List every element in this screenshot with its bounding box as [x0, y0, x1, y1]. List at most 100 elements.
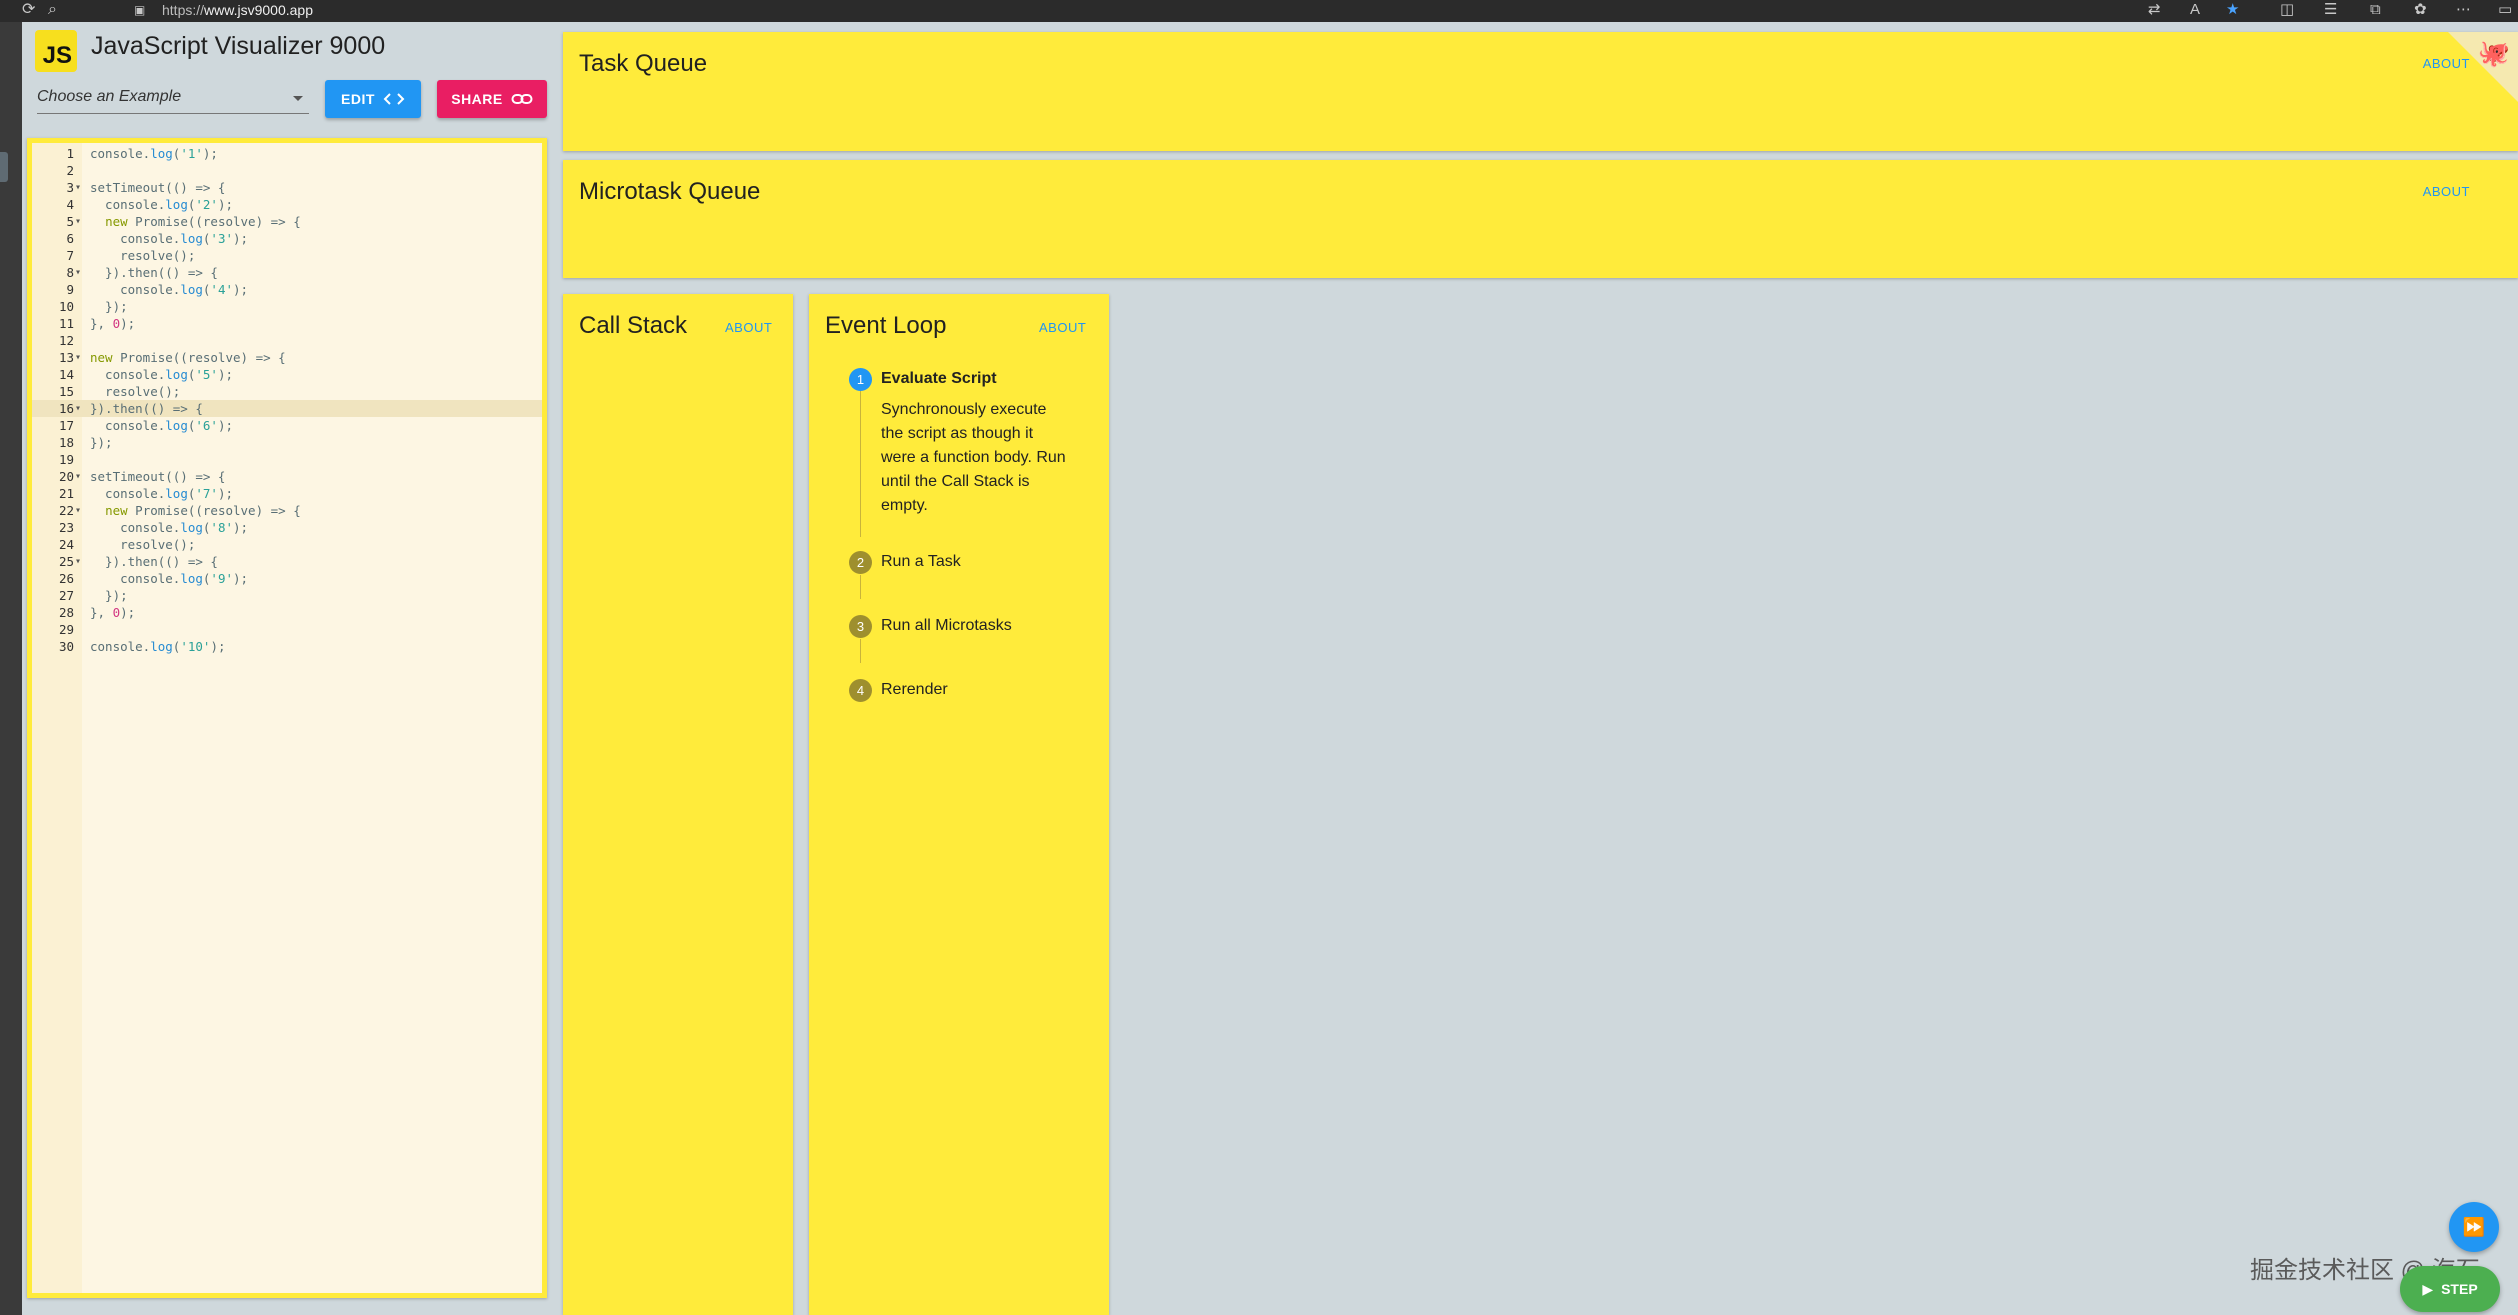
code-line[interactable]: 27 });: [32, 587, 542, 604]
code-text: new Promise((resolve) => {: [90, 213, 301, 230]
edit-button[interactable]: EDIT: [325, 80, 421, 118]
code-token: 0: [112, 605, 121, 620]
code-token: console.: [90, 231, 181, 246]
code-text: console.log('1');: [90, 145, 218, 162]
code-token: );: [120, 605, 136, 620]
code-line[interactable]: 9 console.log('4');: [32, 281, 542, 298]
line-number: 16: [58, 401, 74, 416]
code-line[interactable]: 23 console.log('8');: [32, 519, 542, 536]
step-label: Run a Task: [881, 553, 961, 570]
code-line[interactable]: 28}, 0);: [32, 604, 542, 621]
code-editor[interactable]: 1 console.log('1'); 2 3 ▾ setTimeout(() => {4…: [27, 138, 547, 1298]
code-line[interactable]: 3 ▾ setTimeout(() => {: [32, 179, 542, 196]
step-label: Evaluate Script: [881, 370, 997, 387]
app-title: JavaScript Visualizer 9000: [91, 32, 386, 60]
code-line[interactable]: 14 console.log('5');: [32, 366, 542, 383]
translate-icon[interactable]: ⇄: [2148, 2, 2161, 18]
code-icon: [383, 93, 405, 105]
line-number: 2: [66, 163, 74, 178]
fold-toggle-icon[interactable]: ▾: [75, 553, 81, 570]
line-number: 19: [58, 452, 74, 467]
code-line[interactable]: 15 resolve();: [32, 383, 542, 400]
fold-toggle-icon[interactable]: ▾: [75, 179, 81, 196]
fold-toggle-icon[interactable]: ▾: [75, 349, 81, 366]
task-queue-panel: Task Queue ABOUT 🐙: [563, 32, 2518, 151]
fold-toggle-icon[interactable]: ▾: [75, 264, 81, 281]
line-number: 25: [58, 554, 74, 569]
code-token: log: [180, 282, 203, 297]
code-line[interactable]: 11}, 0);: [32, 315, 542, 332]
fold-toggle-icon[interactable]: ▾: [75, 213, 81, 230]
vertical-tab-indicator[interactable]: [0, 152, 8, 182]
code-line[interactable]: 17 console.log('6');: [32, 417, 542, 434]
code-line[interactable]: 19: [32, 451, 542, 468]
code-token: Promise((resolve) => {: [112, 350, 286, 365]
code-line[interactable]: 8 ▾ }).then(() => {: [32, 264, 542, 281]
extensions-icon[interactable]: ✿: [2414, 2, 2427, 18]
search-icon[interactable]: ⌕: [48, 2, 57, 18]
read-aloud-icon[interactable]: A: [2190, 2, 2200, 18]
lock-icon[interactable]: ▣: [134, 2, 145, 18]
code-line[interactable]: 10 });: [32, 298, 542, 315]
address-bar[interactable]: https://www.jsv9000.app: [162, 2, 313, 18]
code-line[interactable]: 24 resolve();: [32, 536, 542, 553]
split-view-icon[interactable]: ◫: [2280, 2, 2294, 18]
code-token: }).then(() => {: [90, 265, 218, 280]
event-loop-about-link[interactable]: ABOUT: [1039, 320, 1086, 335]
code-token: );: [233, 231, 249, 246]
more-menu-icon[interactable]: ⋯: [2456, 2, 2471, 18]
code-line[interactable]: 1 console.log('1');: [32, 145, 542, 162]
line-number: 11: [58, 316, 74, 331]
code-line[interactable]: 22 ▾ new Promise((resolve) => {: [32, 502, 542, 519]
code-line[interactable]: 16 ▾}).then(() => {: [32, 400, 542, 417]
code-line[interactable]: 30 console.log('10');: [32, 638, 542, 655]
favorites-icon[interactable]: ☰: [2324, 2, 2337, 18]
code-editor-body[interactable]: 1 console.log('1'); 2 3 ▾ setTimeout(() => {4…: [32, 143, 542, 1293]
share-button[interactable]: SHARE: [437, 80, 547, 118]
code-line[interactable]: 6 console.log('3');: [32, 230, 542, 247]
example-select[interactable]: Choose an Example: [37, 84, 309, 114]
code-text: });: [90, 587, 128, 604]
code-line[interactable]: 18});: [32, 434, 542, 451]
step-button[interactable]: ▶ STEP: [2400, 1266, 2500, 1312]
code-token: '6': [195, 418, 218, 433]
fold-toggle-icon[interactable]: ▾: [75, 502, 81, 519]
code-line[interactable]: 5 ▾ new Promise((resolve) => {: [32, 213, 542, 230]
fold-toggle-icon[interactable]: ▾: [75, 400, 81, 417]
collections-icon[interactable]: ⧉: [2370, 2, 2381, 18]
play-icon: ▶: [2422, 1280, 2434, 1297]
code-text: console.log('4');: [90, 281, 248, 298]
link-icon: [511, 94, 533, 104]
code-line[interactable]: 29: [32, 621, 542, 638]
code-line[interactable]: 21 console.log('7');: [32, 485, 542, 502]
code-token: console.: [90, 367, 166, 382]
call-stack-about-link[interactable]: ABOUT: [725, 320, 772, 335]
code-token: '10': [180, 639, 211, 654]
fold-toggle-icon[interactable]: ▾: [75, 468, 81, 485]
fast-forward-button[interactable]: ⏩: [2449, 1202, 2499, 1252]
code-line[interactable]: 25 ▾ }).then(() => {: [32, 553, 542, 570]
code-token: log: [150, 146, 173, 161]
code-line[interactable]: 20 ▾ setTimeout(() => {: [32, 468, 542, 485]
code-token: },: [90, 605, 113, 620]
step-number-badge: 1: [849, 368, 872, 391]
sidebar-toggle-icon[interactable]: ▭: [2498, 2, 2512, 18]
code-line[interactable]: 4 console.log('2');: [32, 196, 542, 213]
code-token: log: [165, 486, 188, 501]
reload-icon[interactable]: ⟳: [22, 2, 35, 18]
step-description: Synchronously execute the script as thou…: [881, 401, 1066, 514]
code-text: console.log('6');: [90, 417, 233, 434]
code-text: console.log('7');: [90, 485, 233, 502]
code-line[interactable]: 26 console.log('9');: [32, 570, 542, 587]
code-line[interactable]: 13 ▾ new Promise((resolve) => {: [32, 349, 542, 366]
github-octocat-icon[interactable]: 🐙: [2478, 38, 2510, 69]
code-line[interactable]: 7 resolve();: [32, 247, 542, 264]
code-token: console.: [90, 282, 181, 297]
code-line[interactable]: 12: [32, 332, 542, 349]
favorite-star-icon[interactable]: ★: [2226, 2, 2239, 18]
code-text: console.log('5');: [90, 366, 233, 383]
microtask-queue-about-link[interactable]: ABOUT: [2423, 184, 2470, 199]
line-number: 13: [58, 350, 74, 365]
code-text: }).then(() => {: [90, 553, 218, 570]
code-line[interactable]: 2: [32, 162, 542, 179]
